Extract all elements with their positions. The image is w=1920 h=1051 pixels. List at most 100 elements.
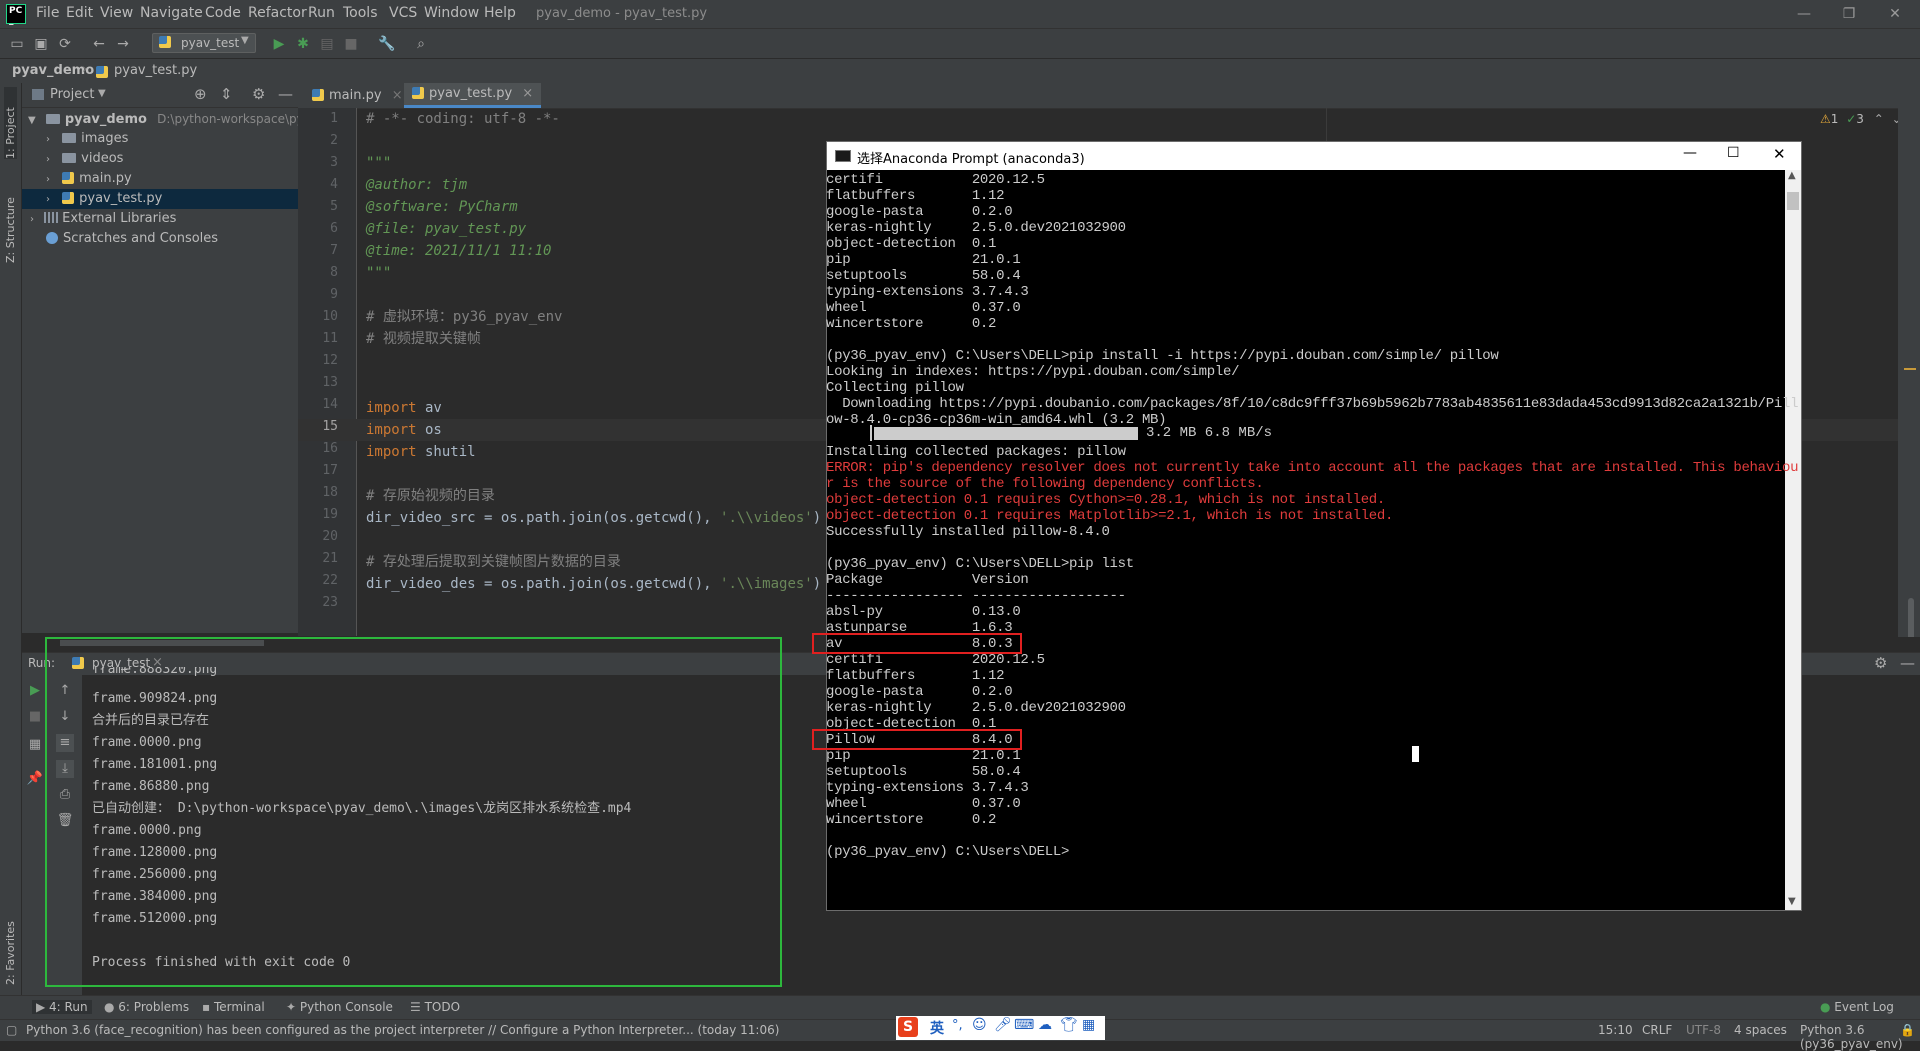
code-line-7[interactable]: @time: 2021/11/1 11:10 (366, 240, 551, 262)
stop-icon[interactable]: ■ (342, 35, 360, 53)
chevron-down-icon[interactable]: ▼ (98, 88, 106, 99)
stop-icon[interactable]: ■ (26, 708, 44, 726)
status-message[interactable]: Python 3.6 (face_recognition) has been c… (26, 1023, 779, 1037)
inspection-widget[interactable]: ⚠1 ✓3 ⌃ ⌄ (1820, 112, 1902, 126)
code-line-22[interactable]: dir_video_des = os.path.join(os.getcwd()… (366, 573, 821, 595)
code-line-14[interactable]: import av (366, 397, 442, 419)
punctuation-icon[interactable]: °, (952, 1018, 963, 1033)
skin-icon[interactable]: ☁ (1038, 1017, 1052, 1033)
clothing-icon[interactable]: 👕︎ (1060, 1017, 1078, 1033)
toolbox-icon[interactable]: ▦ (1082, 1017, 1095, 1033)
project-tool-tab[interactable]: 1: Project (4, 87, 17, 159)
maximize-icon[interactable]: ☐ (1727, 145, 1740, 161)
scrollbar-thumb[interactable] (1787, 192, 1799, 210)
chevron-up-icon[interactable]: ⌃ (1874, 112, 1884, 126)
close-icon[interactable]: ✕ (1880, 3, 1910, 25)
back-icon[interactable]: ← (90, 35, 108, 53)
code-line-3[interactable]: """ (366, 152, 391, 174)
code-line-5[interactable]: @software: PyCharm (366, 196, 518, 218)
locate-icon[interactable]: ⊕ (194, 85, 207, 103)
run-icon[interactable]: ▶ (270, 35, 288, 53)
menu-vcs[interactable]: VCS (389, 5, 417, 21)
tool-tab-event-log[interactable]: ● Event Log (1820, 1000, 1894, 1014)
indent-setting[interactable]: 4 spaces (1734, 1023, 1787, 1037)
menu-window[interactable]: Window (424, 5, 479, 21)
minimize-icon[interactable]: — (1683, 145, 1697, 161)
lock-icon[interactable]: 🔒 (1900, 1023, 1915, 1037)
forward-icon[interactable]: → (114, 35, 132, 53)
code-line-19[interactable]: dir_video_src = os.path.join(os.getcwd()… (366, 507, 821, 529)
menu-help[interactable]: Help (484, 5, 516, 21)
menu-tools[interactable]: Tools (343, 5, 378, 21)
tree-item-videos[interactable]: › videos (46, 149, 123, 169)
code-line-15[interactable]: import os (366, 419, 442, 441)
breadcrumb-file[interactable]: pyav_test.py (114, 63, 197, 78)
gear-icon[interactable]: ⚙ (1874, 654, 1887, 672)
layout-icon[interactable]: ▦ (26, 736, 44, 754)
close-tab-icon[interactable]: × (392, 88, 403, 103)
console-scrollbar[interactable]: ▲ ▼ (1785, 170, 1801, 910)
tab-main-py[interactable]: main.py × (304, 83, 411, 108)
ime-language[interactable]: 英 (930, 1018, 944, 1038)
code-line-16[interactable]: import shutil (366, 441, 476, 463)
code-line-18[interactable]: # 存原始视频的目录 (366, 485, 495, 507)
tool-tab-run[interactable]: ▶ 4: Run (32, 1000, 92, 1014)
menu-edit[interactable]: Edit (66, 5, 93, 21)
tool-tab-todo[interactable]: ☰ TODO (410, 1000, 460, 1014)
favorites-tool-tab[interactable]: 2: Favorites (4, 905, 17, 985)
tab-pyav-test-py[interactable]: pyav_test.py × (404, 83, 542, 108)
hide-panel-icon[interactable]: — (278, 85, 293, 103)
menu-navigate[interactable]: Navigate (140, 5, 203, 21)
scroll-up-icon[interactable]: ▲ (1788, 170, 1796, 181)
tree-item-project-root[interactable]: ▼ pyav_demo D:\python-workspace\pyav_ (28, 109, 324, 129)
microphone-icon[interactable]: 🎤︎ (994, 1017, 1012, 1033)
coverage-icon[interactable]: ▤ (318, 35, 336, 53)
search-icon[interactable]: ⌕ (412, 35, 430, 53)
hide-panel-icon[interactable]: — (1900, 654, 1915, 672)
close-icon[interactable]: ✕ (1773, 145, 1786, 163)
rerun-icon[interactable]: ▶ (26, 682, 44, 700)
sogou-logo-icon[interactable]: S (898, 1017, 918, 1037)
settings-wrench-icon[interactable]: 🔧 (378, 35, 396, 53)
gear-icon[interactable]: ⚙ (252, 85, 265, 103)
code-line-4[interactable]: @author: tjm (366, 174, 467, 196)
minimize-icon[interactable]: — (1789, 3, 1819, 25)
tree-item-external-libraries[interactable]: › External Libraries (30, 209, 176, 229)
menu-code[interactable]: Code (205, 5, 241, 21)
tool-tab-terminal[interactable]: ▪ Terminal (202, 1000, 265, 1014)
tree-item-main-py[interactable]: › main.py (46, 169, 132, 189)
menu-run[interactable]: Run (308, 5, 335, 21)
project-view-label[interactable]: Project (50, 87, 94, 102)
line-separator[interactable]: CRLF (1642, 1023, 1672, 1037)
warning-marker[interactable] (1904, 368, 1916, 370)
emoji-icon[interactable]: ☺ (972, 1017, 987, 1033)
menu-view[interactable]: View (100, 5, 133, 21)
sync-icon[interactable]: ⟳ (56, 35, 74, 53)
open-folder-icon[interactable]: ▭ (8, 35, 26, 53)
run-config-select[interactable]: pyav_test ▼ (152, 33, 256, 53)
tool-tab-problems[interactable]: ● 6: Problems (104, 1000, 189, 1014)
console-title-bar[interactable]: 选择Anaconda Prompt (anaconda3) — ☐ ✕ (827, 142, 1801, 170)
tool-tab-python-console[interactable]: ✦ Python Console (286, 1000, 393, 1014)
code-line-8[interactable]: """ (366, 262, 391, 284)
tree-item-images[interactable]: › images (46, 129, 128, 149)
code-line-11[interactable]: # 视频提取关键帧 (366, 328, 481, 350)
file-encoding[interactable]: UTF-8 (1686, 1023, 1721, 1037)
debug-icon[interactable]: ✱ (294, 35, 312, 53)
scroll-down-icon[interactable]: ▼ (1788, 896, 1796, 907)
code-line-1[interactable]: # -*- coding: utf-8 -*- (366, 108, 560, 130)
code-line-21[interactable]: # 存处理后提取到关键帧图片数据的目录 (366, 551, 621, 573)
caret-position[interactable]: 15:10 (1598, 1023, 1633, 1037)
menu-refactor[interactable]: Refactor (248, 5, 307, 21)
tree-item-scratches[interactable]: Scratches and Consoles (46, 229, 218, 249)
menu-file[interactable]: File (36, 5, 59, 21)
keyboard-icon[interactable]: ⌨ (1014, 1017, 1034, 1033)
code-line-6[interactable]: @file: pyav_test.py (366, 218, 526, 240)
restore-icon[interactable]: ❐ (1834, 3, 1864, 25)
structure-tool-tab[interactable]: Z: Structure (4, 179, 17, 263)
pin-icon[interactable]: 📌 (26, 770, 44, 788)
tree-item-pyav-test-py[interactable]: › pyav_test.py (22, 189, 298, 209)
save-icon[interactable]: ▣ (32, 35, 50, 53)
code-line-10[interactable]: # 虚拟环境：py36_pyav_env (366, 306, 562, 328)
collapse-all-icon[interactable]: ⇕ (220, 85, 233, 103)
